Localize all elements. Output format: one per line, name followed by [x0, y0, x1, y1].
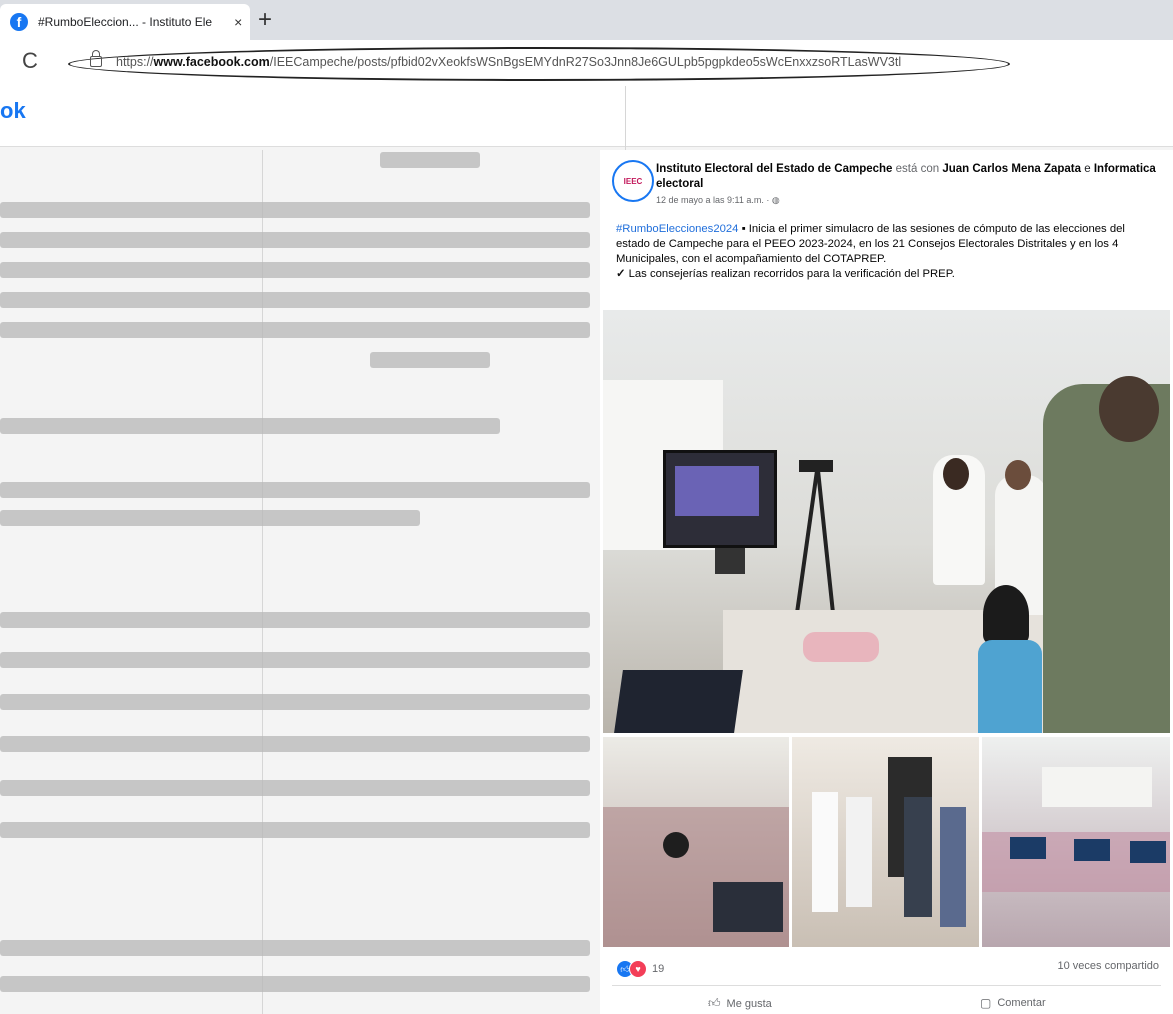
post-photo[interactable]: [603, 737, 789, 947]
url-path: /IEECampeche/posts/pfbid02vXeokfsWSnBgsE…: [269, 55, 902, 69]
blurred-text-line: [0, 976, 590, 992]
person-white-shirt: [846, 797, 872, 907]
monitor: [1130, 841, 1166, 863]
tripod-head: [799, 460, 833, 472]
and-text: e: [1084, 163, 1091, 175]
tab-close-icon[interactable]: ×: [234, 14, 242, 30]
new-tab-button[interactable]: +: [258, 6, 272, 34]
hashtag-link[interactable]: #RumboElecciones2024: [616, 223, 738, 235]
lock-icon: [90, 50, 102, 67]
like-label: Me gusta: [726, 997, 772, 1010]
blurred-text-line: [0, 510, 420, 526]
post-photo[interactable]: [792, 737, 979, 947]
post-photo[interactable]: [982, 737, 1170, 947]
person-head: [1005, 460, 1031, 490]
blurred-text-line: [0, 262, 590, 278]
monitor: [1010, 837, 1046, 859]
blurred-text-line: [380, 152, 480, 168]
share-count[interactable]: 10 veces compartido: [1058, 960, 1160, 972]
facebook-post: IEEC Instituto Electoral del Estado de C…: [600, 150, 1173, 1014]
browser-toolbar: C https://www.facebook.com/IEECampeche/p…: [0, 40, 1173, 86]
ballot-icon: ▪: [741, 223, 746, 235]
like-button[interactable]: 👍︎ Me gusta: [708, 996, 772, 1011]
facebook-header: ok: [0, 86, 1173, 147]
tagged-user[interactable]: Juan Carlos Mena Zapata: [942, 163, 1081, 175]
post-header: Instituto Electoral del Estado de Campec…: [656, 162, 1156, 192]
author-name[interactable]: Instituto Electoral del Estado de Campec…: [656, 163, 892, 175]
blurred-text-line: [0, 232, 590, 248]
thumbs-up-icon: 👍︎: [708, 996, 721, 1010]
url-text[interactable]: https://www.facebook.com/IEECampeche/pos…: [116, 55, 901, 69]
post-body: #RumboElecciones2024 ▪ Inicia el primer …: [616, 222, 1161, 282]
page-avatar[interactable]: IEEC: [612, 160, 654, 202]
person-foreground: [1043, 384, 1170, 733]
blurred-text-line: [0, 612, 590, 628]
blurred-text-line: [0, 736, 590, 752]
pink-pillow: [803, 632, 879, 662]
timestamp-text: 12 de mayo a las 9:11 a.m. ·: [656, 195, 772, 205]
post-photo[interactable]: [603, 310, 1170, 733]
blurred-text-line: [0, 780, 590, 796]
blurred-text-line: [0, 322, 590, 338]
background-document: [0, 150, 595, 1014]
blurred-text-line: [0, 822, 590, 838]
with-text: está con: [895, 163, 940, 175]
browser-tab[interactable]: f #RumboEleccion... - Instituto Ele ×: [0, 4, 250, 40]
avatar-initials: IEEC: [623, 176, 643, 186]
speech-bubble-icon: ▢: [980, 996, 992, 1010]
reload-button[interactable]: C: [22, 48, 38, 74]
comment-button[interactable]: ▢ Comentar: [980, 996, 1046, 1010]
person-head: [663, 832, 689, 858]
blurred-text-line: [0, 202, 590, 218]
monitor: [715, 548, 745, 574]
post-timestamp[interactable]: 12 de mayo a las 9:11 a.m. · ◍: [656, 195, 780, 206]
screen-content: [675, 466, 759, 516]
love-reaction-icon: ♥: [629, 960, 647, 978]
blurred-text-line: [370, 352, 490, 368]
monitor: [1074, 839, 1110, 861]
check-icon: ✓: [616, 268, 626, 280]
person-dark: [904, 797, 932, 917]
url-domain: www.facebook.com: [153, 55, 270, 69]
blurred-text-line: [0, 940, 590, 956]
divider: [262, 150, 263, 1014]
seated-person-hair: [983, 585, 1029, 645]
seated-person-blue: [978, 640, 1042, 733]
blurred-text-line: [0, 418, 500, 434]
post-body-text: Las consejerías realizan recorridos para…: [628, 268, 955, 280]
blurred-text-line: [0, 292, 590, 308]
globe-icon: ◍: [771, 195, 780, 205]
facebook-favicon-icon: f: [10, 13, 28, 31]
laptop: [713, 882, 783, 932]
person-dark: [940, 807, 966, 927]
comment-label: Comentar: [997, 997, 1046, 1009]
browser-tab-strip: f #RumboEleccion... - Instituto Ele × +: [0, 0, 1173, 40]
divider: [612, 985, 1161, 986]
reactions[interactable]: 👍︎ ♥ 19: [616, 960, 664, 978]
address-bar[interactable]: https://www.facebook.com/IEECampeche/pos…: [68, 47, 1010, 81]
facebook-logo[interactable]: ok: [0, 98, 26, 124]
blurred-text-line: [0, 482, 590, 498]
url-prefix: https://: [116, 55, 154, 69]
person-head: [943, 458, 969, 490]
divider: [625, 86, 626, 156]
blurred-text-line: [0, 694, 590, 710]
person-white-shirt: [812, 792, 838, 912]
tab-title: #RumboEleccion... - Instituto Ele: [38, 15, 213, 29]
person-head: [1099, 376, 1159, 442]
reaction-count: 19: [652, 963, 665, 975]
blurred-text-line: [0, 652, 590, 668]
laptop: [613, 670, 743, 733]
window: [1042, 767, 1152, 807]
